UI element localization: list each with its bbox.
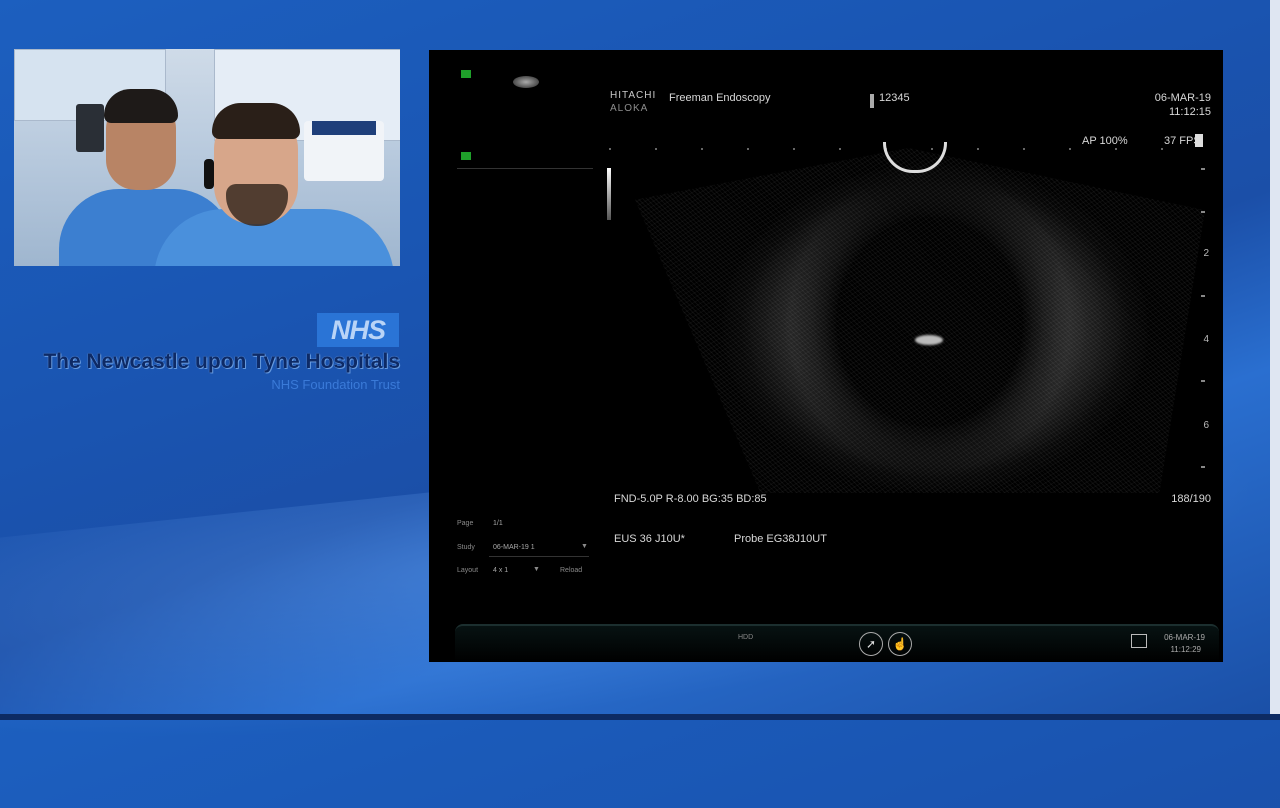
hdd-status: HDD — [738, 634, 754, 641]
thumbnail-panel[interactable] — [457, 66, 593, 169]
chevron-down-icon[interactable]: ▼ — [581, 543, 588, 550]
exam-time: 11:12:15 — [1168, 106, 1211, 118]
trust-subtitle: NHS Foundation Trust — [271, 377, 400, 392]
probe-mode: EUS 36 J10U* — [614, 533, 685, 545]
screen-edge — [1270, 0, 1280, 720]
depth-tick — [1201, 380, 1205, 382]
status-indicator — [461, 70, 471, 78]
depth-tick — [1201, 168, 1205, 170]
pointer-icon[interactable]: ➚ — [859, 632, 883, 656]
page-label: Page — [457, 520, 474, 527]
person-left-hair — [104, 89, 178, 123]
frame-counter: 188/190 — [1171, 493, 1211, 505]
camera-feed — [14, 49, 400, 266]
probe-model: Probe EG38J10UT — [734, 533, 827, 545]
depth-label: 2 — [1203, 248, 1209, 259]
imaging-parameters: FND-5.0P R-8.00 BG:35 BD:85 — [614, 493, 767, 505]
facility-name: Freeman Endoscopy — [669, 92, 771, 104]
exam-date: 06-MAR-19 — [1154, 92, 1211, 104]
depth-label: 6 — [1203, 420, 1209, 431]
chevron-down-icon[interactable]: ▼ — [533, 566, 540, 573]
reload-button[interactable]: Reload — [560, 567, 582, 574]
layout-select[interactable]: 4 x 1 — [493, 567, 508, 574]
ultrasound-display: HITACHI ALOKA Freeman Endoscopy 12345 06… — [429, 50, 1223, 662]
person-right-hair — [212, 103, 300, 139]
depth-label: 4 — [1203, 334, 1209, 345]
echo-spot — [915, 335, 943, 345]
page-value: 1/1 — [493, 520, 503, 527]
depth-tick — [1201, 211, 1205, 213]
monitor — [76, 104, 104, 152]
touchpad-icon[interactable]: ☝ — [888, 632, 912, 656]
gain-bar — [607, 168, 611, 220]
screen-bottom-edge — [0, 714, 1280, 720]
ultrasound-speckle — [635, 148, 1205, 493]
patient-id-icon — [870, 94, 874, 108]
depth-tick — [1201, 295, 1205, 297]
acoustic-power: AP 100% — [1082, 135, 1128, 147]
brand-hitachi: HITACHI — [610, 90, 657, 101]
layout-label: Layout — [457, 567, 479, 574]
nhs-logo: NHS — [317, 313, 399, 347]
headset-mic — [204, 159, 214, 189]
footer-time: 11:12:29 — [1170, 645, 1201, 654]
footer-date: 06-MAR-19 — [1164, 633, 1205, 642]
study-label: Study — [457, 544, 475, 551]
study-select[interactable]: 06-MAR-19 1 — [493, 544, 535, 551]
depth-tick — [1201, 466, 1205, 468]
patient-id: 12345 — [879, 92, 910, 104]
trust-name: The Newcastle upon Tyne Hospitals — [43, 350, 400, 373]
thumbnail-image — [513, 76, 539, 88]
footer-bar: HDD ➚ ☝ 06-MAR-19 11:12:29 — [455, 624, 1219, 662]
fps-indicator — [1195, 134, 1203, 147]
printer — [304, 121, 384, 181]
pc-icon — [1131, 634, 1147, 648]
brand-aloka: ALOKA — [610, 103, 649, 114]
divider — [489, 556, 589, 557]
status-indicator — [461, 152, 471, 160]
